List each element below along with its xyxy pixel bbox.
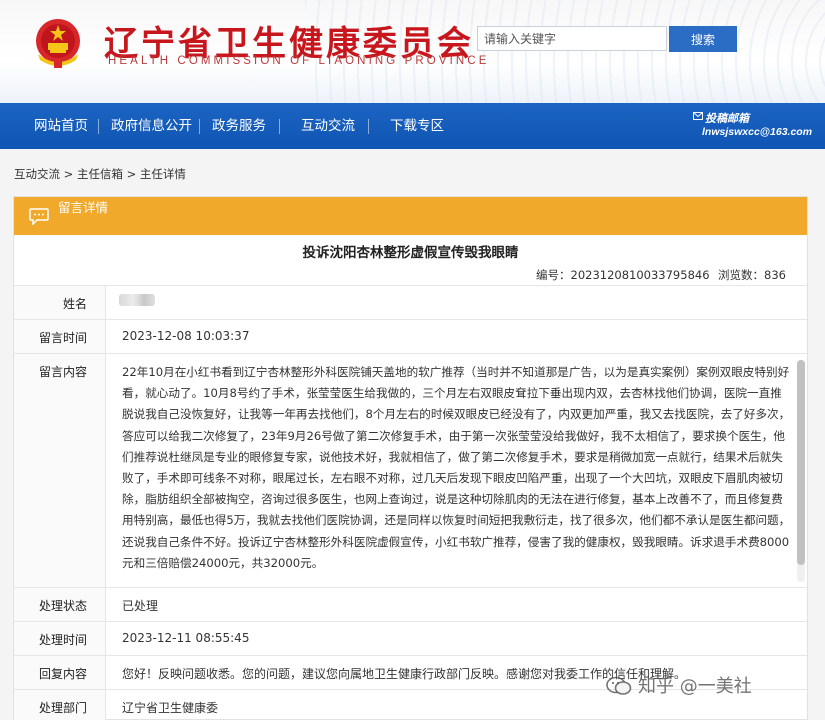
content-scrollbar[interactable]: [797, 360, 805, 582]
handle-time-label-cell: 处理时间: [14, 622, 106, 655]
row-handle-time: 处理时间 2023-12-11 08:55:45: [14, 621, 807, 655]
search-button[interactable]: 搜索: [669, 26, 737, 52]
nav-divider: [199, 119, 200, 134]
message-detail-panel: 留言详情 投诉沈阳杏林整形虚假宣传毁我眼睛 编号：202312081003379…: [13, 196, 808, 720]
breadcrumb: 互动交流 > 主任信箱 > 主任详情: [14, 166, 186, 182]
handle-time-value: 2023-12-11 08:55:45: [122, 631, 250, 645]
dept-label-cell: 处理部门: [14, 690, 106, 720]
submit-time-value: 2023-12-08 10:03:37: [122, 329, 250, 343]
views-value: 836: [764, 268, 786, 282]
content-text: 22年10月在小红书看到辽宁杏林整形外科医院铺天盖地的软广推荐（当时并不知道那是…: [122, 365, 791, 570]
row-content: 留言内容 22年10月在小红书看到辽宁杏林整形外科医院铺天盖地的软广推荐（当时并…: [14, 353, 807, 587]
nav-item-home[interactable]: 网站首页: [34, 103, 88, 149]
view-count: 浏览数：836: [718, 267, 786, 283]
time-label: 留言时间: [38, 331, 87, 345]
breadcrumb-item-detail: 主任详情: [139, 167, 186, 181]
message-title: 投诉沈阳杏林整形虚假宣传毁我眼睛: [302, 245, 519, 261]
breadcrumb-item-interaction[interactable]: 互动交流: [14, 167, 60, 181]
search-input[interactable]: [477, 26, 667, 51]
dept-label: 处理部门: [38, 701, 87, 715]
mailbox-email[interactable]: lnwsjswxcc@163.com: [702, 126, 812, 138]
chat-bubble-icon: [29, 208, 49, 225]
nav-item-interaction[interactable]: 互动交流: [301, 103, 355, 149]
mail-icon: [693, 112, 703, 120]
content-label-cell: 留言内容: [14, 354, 106, 587]
nav-divider: [279, 119, 280, 134]
nav-item-downloads[interactable]: 下载专区: [390, 103, 444, 149]
reply-label-cell: 回复内容: [14, 656, 106, 689]
number-label: 编号：: [536, 268, 571, 282]
reply-value: 您好！反映问题收悉。您的问题，建议您向属地卫生健康行政部门反映。感谢您对我委工作…: [122, 667, 687, 681]
row-status: 处理状态 已处理: [14, 587, 807, 621]
blurred-name: [119, 294, 155, 306]
wechat-logo-icon: [606, 676, 632, 695]
nav-item-gov-info[interactable]: 政府信息公开: [111, 103, 192, 149]
content-label: 留言内容: [38, 365, 87, 379]
site-header: 辽宁省卫生健康委员会 HEALTH COMMISSION OF LIAONING…: [0, 0, 825, 103]
breadcrumb-item-mailbox[interactable]: 主任信箱: [77, 167, 123, 181]
scrollbar-thumb[interactable]: [797, 360, 805, 565]
nav-item-services[interactable]: 政务服务: [212, 103, 266, 149]
status-label: 处理状态: [38, 599, 87, 613]
dept-value: 辽宁省卫生健康委: [122, 701, 219, 715]
row-submit-time: 留言时间 2023-12-08 10:03:37: [14, 319, 807, 353]
nav-divider: [98, 119, 99, 134]
breadcrumb-separator: >: [126, 167, 137, 181]
status-value: 已处理: [122, 599, 159, 613]
number-value: 2023120810033795846: [570, 268, 710, 282]
nav-divider: [368, 119, 369, 134]
status-label-cell: 处理状态: [14, 588, 106, 621]
handle-time-label: 处理时间: [38, 633, 87, 647]
site-subtitle: HEALTH COMMISSION OF LIAONING PROVINCE: [108, 55, 490, 67]
panel-header-label: 留言详情: [58, 200, 109, 215]
breadcrumb-separator: >: [63, 167, 74, 181]
reply-label: 回复内容: [38, 667, 87, 681]
watermark-text: 知乎 @一美社: [638, 676, 752, 697]
time-label-cell: 留言时间: [14, 320, 106, 353]
mailbox-label: 投稿邮箱: [705, 112, 749, 125]
row-name: 姓名: [14, 285, 807, 319]
name-label-cell: 姓名: [14, 286, 106, 319]
national-emblem-icon: [36, 19, 80, 68]
name-label: 姓名: [62, 297, 87, 311]
message-number: 编号：2023120810033795846: [536, 267, 710, 283]
views-label: 浏览数：: [718, 268, 764, 282]
panel-header: 留言详情: [14, 197, 807, 235]
